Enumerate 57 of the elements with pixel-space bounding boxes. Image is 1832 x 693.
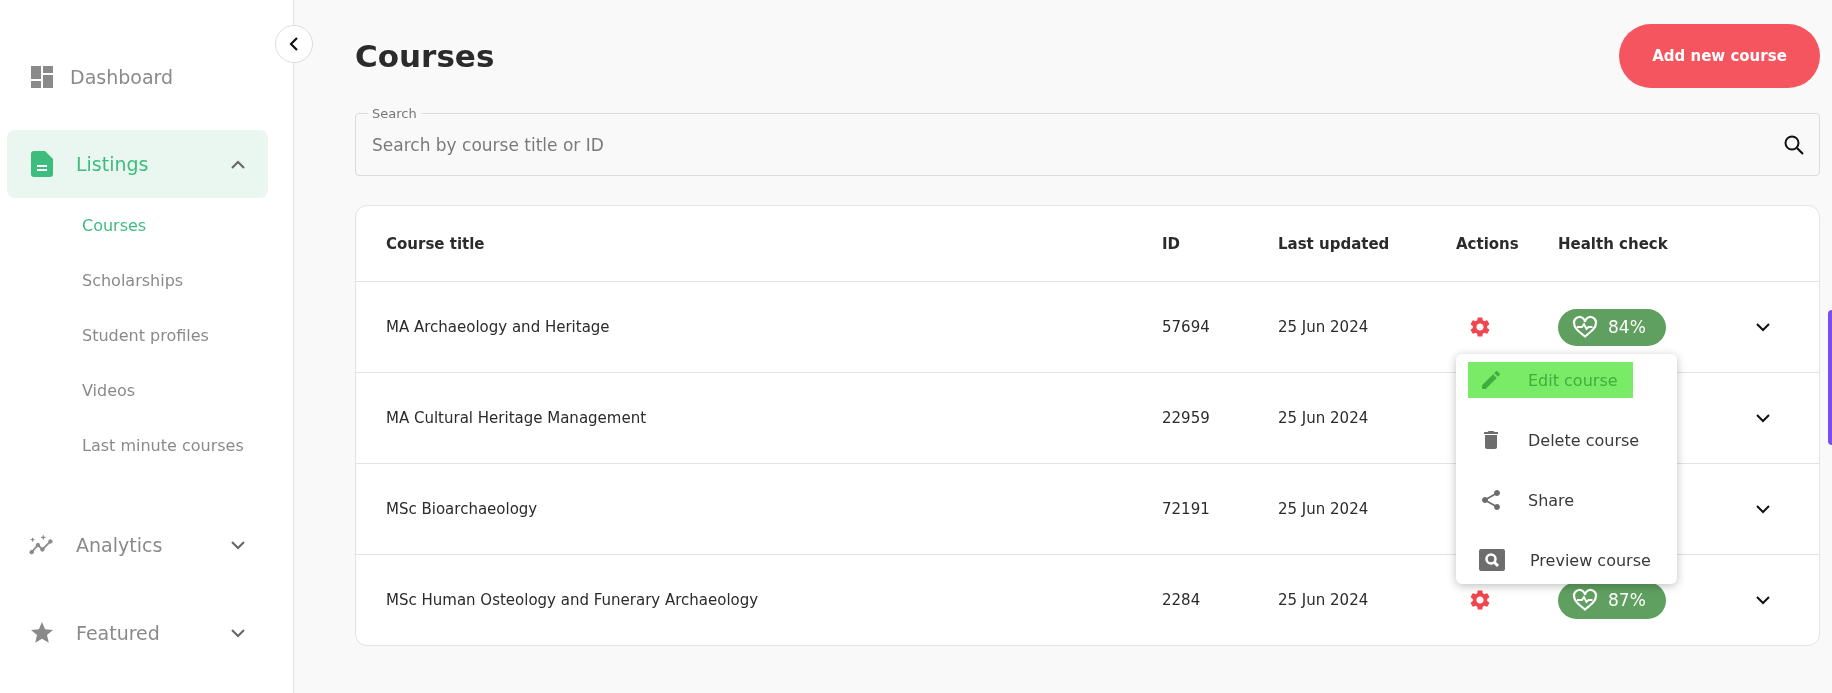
menu-item[interactable]: Preview course (1468, 542, 1666, 578)
table-cell: 57694 (1162, 318, 1210, 336)
sidebar-item[interactable]: Listings (7, 130, 268, 198)
column-header: Actions (1456, 234, 1519, 253)
table-cell: 72191 (1162, 500, 1210, 518)
field-label: Search (371, 106, 418, 121)
chevron-down-icon (230, 540, 246, 550)
gear-icon[interactable] (1468, 588, 1492, 612)
search-field[interactable]: Search Search by course title or ID (355, 106, 1820, 176)
column-header: Last updated (1278, 234, 1390, 253)
column-header: Course title (386, 234, 485, 253)
chevron-down-icon (1755, 412, 1771, 423)
add-course-button[interactable]: Add new course (1619, 24, 1820, 88)
table-cell: 22959 (1162, 409, 1210, 427)
sidebar-subitem[interactable]: Videos (82, 363, 136, 418)
trend-sparkle-icon (29, 533, 54, 557)
menu-item[interactable]: Edit course (1468, 362, 1633, 398)
star-icon (29, 621, 54, 645)
sidebar-item[interactable]: Dashboard (7, 54, 268, 100)
pencil-icon (1479, 368, 1503, 392)
collapse-button[interactable] (275, 25, 313, 63)
sidebar-subitem[interactable]: Scholarships (82, 253, 184, 308)
chevron-down-icon (230, 628, 246, 638)
chevron-down-icon (1755, 321, 1771, 332)
gear-icon[interactable] (1468, 315, 1492, 339)
table-cell: MA Archaeology and Heritage (386, 318, 610, 336)
table-cell: 2284 (1162, 591, 1201, 609)
sidebar-subitem[interactable]: Last minute courses (82, 418, 244, 473)
menu-item[interactable]: Share (1468, 482, 1590, 518)
heart-pulse-icon (1572, 588, 1598, 612)
table-cell: MSc Bioarchaeology (386, 500, 538, 518)
table-cell: MA Cultural Heritage Management (386, 409, 647, 427)
page-title: Courses (355, 38, 495, 74)
menu-item[interactable]: Delete course (1468, 422, 1655, 458)
column-header: Health check (1558, 234, 1668, 253)
chevron-down-icon (1755, 503, 1771, 514)
dashboard-icon (29, 65, 54, 89)
chevron-up-icon (230, 159, 246, 169)
chevron-down-icon (1755, 594, 1771, 605)
preview-icon (1479, 549, 1505, 571)
heart-pulse-icon (1572, 315, 1598, 339)
table-cell: 25 Jun 2024 (1278, 318, 1369, 336)
health-badge: 84% (1558, 308, 1666, 346)
table-cell: 25 Jun 2024 (1278, 409, 1369, 427)
sidebar-item[interactable]: Featured (7, 599, 268, 667)
table-cell: 25 Jun 2024 (1278, 591, 1369, 609)
column-header: ID (1162, 234, 1181, 253)
sidebar-subitem[interactable]: Courses (82, 198, 147, 253)
search-icon (1783, 134, 1805, 156)
table-cell: MSc Human Osteology and Funerary Archaeology (386, 591, 759, 609)
sidebar-subitem[interactable]: Student profiles (82, 308, 209, 363)
sidebar-item[interactable]: Analytics (7, 511, 268, 579)
document-icon (30, 151, 53, 177)
search-input[interactable]: Search by course title or ID (372, 135, 1783, 155)
share-icon (1479, 488, 1503, 512)
table-cell: 25 Jun 2024 (1278, 500, 1369, 518)
chevron-left-icon (288, 36, 300, 52)
